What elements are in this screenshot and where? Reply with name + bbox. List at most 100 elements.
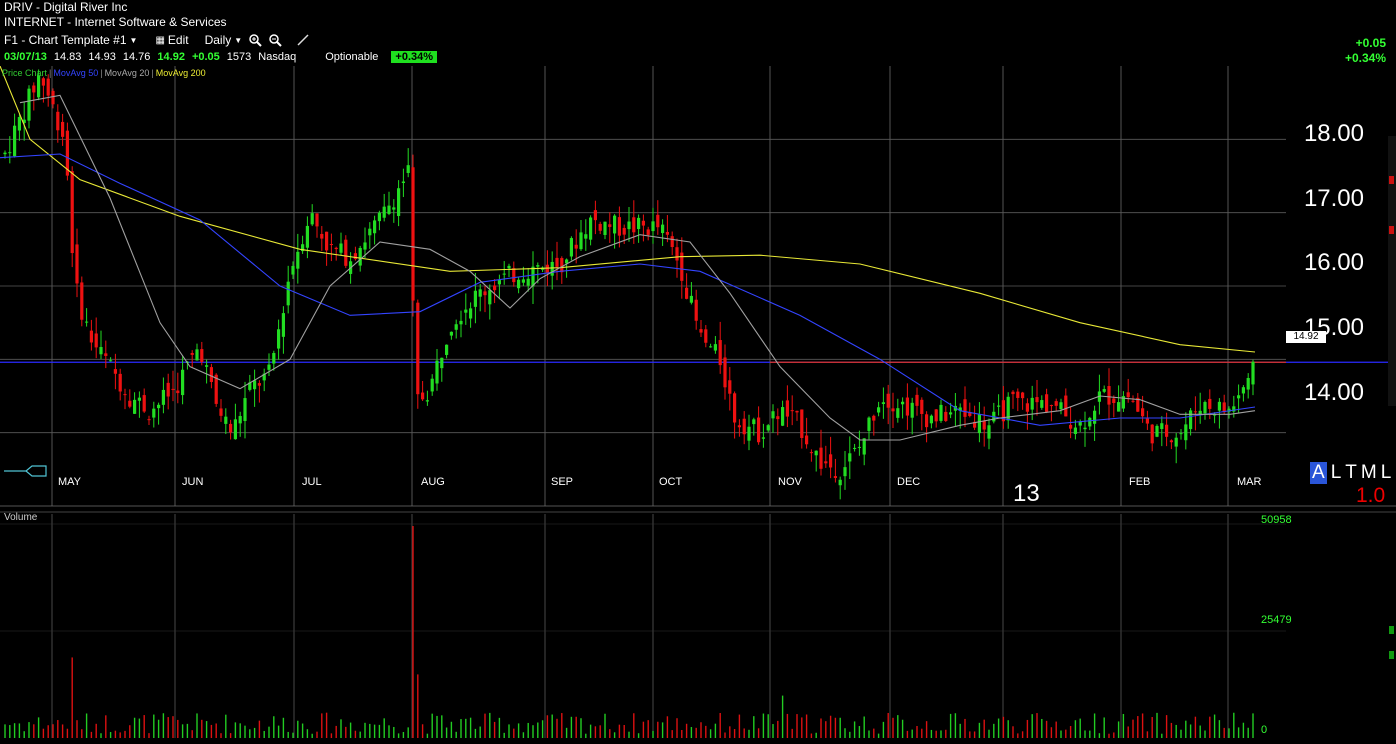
period-dropdown[interactable]: Daily ▼ <box>205 33 243 47</box>
optionable-label: Optionable <box>325 51 379 63</box>
candle-body <box>157 404 161 409</box>
ma50-line <box>0 153 1256 426</box>
candle-body <box>502 273 506 275</box>
candle-body <box>1064 395 1068 417</box>
candle-body <box>1160 423 1164 429</box>
template-dropdown[interactable]: F1 - Chart Template #1 ▼ <box>4 33 137 47</box>
candle-body <box>920 399 924 414</box>
candle-body <box>1030 397 1034 410</box>
candle-body <box>771 411 775 419</box>
candle-body <box>1246 377 1250 390</box>
legend-price: Price Chart <box>2 68 48 78</box>
zoom-in-button[interactable] <box>248 33 262 47</box>
candle-body <box>75 244 79 284</box>
candle-body <box>195 349 199 361</box>
candle-body <box>517 279 521 289</box>
candle-body <box>550 261 554 276</box>
price-tick-17: 17.00 <box>1303 185 1364 212</box>
edit-button[interactable]: ▦ Edit <box>155 33 188 47</box>
candle-body <box>982 421 986 430</box>
quote-exchange: Nasdaq <box>258 51 297 63</box>
candle-body <box>651 221 655 232</box>
zoom-out-button[interactable] <box>268 33 282 47</box>
legend-sep: | <box>49 68 52 78</box>
candle-body <box>1131 400 1135 402</box>
candle-body <box>1093 410 1097 424</box>
candle-body <box>478 289 482 297</box>
candle-body <box>1025 403 1029 412</box>
month-label-aug: AUG <box>421 476 445 488</box>
candle-body <box>608 224 612 227</box>
candle-body <box>435 360 439 384</box>
candle-body <box>368 228 372 236</box>
price-volume-chart[interactable] <box>0 66 1396 744</box>
candle-body <box>521 279 525 283</box>
candle-body <box>137 397 141 401</box>
volume-tick-zero: 0 <box>1261 724 1268 736</box>
candle-body <box>776 416 780 420</box>
candle-body <box>718 340 722 366</box>
candle-body <box>27 88 31 121</box>
candle-body <box>421 392 425 400</box>
candle-body <box>728 380 732 394</box>
candle-body <box>1179 433 1183 435</box>
candle-body <box>1208 398 1212 409</box>
pen-icon <box>297 34 309 46</box>
scale-mode-l[interactable]: L <box>1331 462 1342 484</box>
candle-body <box>401 181 405 183</box>
candle-body <box>507 265 511 269</box>
candle-body <box>17 117 21 131</box>
candle-body <box>589 217 593 240</box>
scale-mode-t[interactable]: T <box>1345 462 1357 484</box>
candle-body <box>785 400 789 417</box>
candle-body <box>358 247 362 266</box>
candle-body <box>1241 387 1245 394</box>
period-label: Daily <box>204 33 232 47</box>
candle-body <box>632 217 636 233</box>
chevron-down-icon: ▼ <box>234 35 243 45</box>
candle-body <box>901 401 905 405</box>
candle-body <box>661 224 665 234</box>
candle-body <box>238 416 242 424</box>
candle-body <box>128 400 132 407</box>
scroll-marker <box>1389 651 1394 659</box>
chevron-down-icon: ▼ <box>129 35 138 45</box>
scale-mode-m[interactable]: M <box>1361 462 1377 484</box>
candle-body <box>1126 392 1130 398</box>
scale-mode-switcher: A L T M L <box>1310 462 1391 484</box>
candle-body <box>152 408 156 418</box>
candle-body <box>425 400 429 402</box>
candle-body <box>1045 394 1049 412</box>
candle-body <box>1088 417 1092 427</box>
quote-last: 14.92 <box>157 51 185 63</box>
candle-body <box>1165 424 1169 437</box>
candle-body <box>445 344 449 355</box>
candle-body <box>857 446 861 448</box>
candle-body <box>617 217 621 236</box>
pan-handle-icon[interactable] <box>4 464 48 478</box>
candle-body <box>805 435 809 445</box>
scale-mode-l2[interactable]: L <box>1381 462 1392 484</box>
candle-body <box>752 419 756 425</box>
month-label-nov: NOV <box>778 476 802 488</box>
candle-body <box>109 360 113 362</box>
candle-body <box>190 352 194 355</box>
candle-body <box>459 320 463 325</box>
year-marker: 13 <box>1013 480 1040 507</box>
right-change-pct: +0.34% <box>1344 51 1386 65</box>
draw-tool-button[interactable] <box>296 33 310 47</box>
candle-body <box>41 78 45 86</box>
candle-body <box>891 408 895 412</box>
candle-body <box>267 364 271 370</box>
scale-mode-a[interactable]: A <box>1310 462 1327 484</box>
candle-body <box>867 417 871 431</box>
candle-body <box>243 398 247 421</box>
candle-body <box>603 221 607 235</box>
candle-body <box>89 330 93 343</box>
candle-body <box>1174 437 1178 447</box>
last-price-marker: 14.92 <box>1286 331 1326 343</box>
candle-body <box>382 206 386 218</box>
candle-body <box>392 207 396 210</box>
candle-body <box>886 393 890 408</box>
candle-body <box>488 290 492 305</box>
